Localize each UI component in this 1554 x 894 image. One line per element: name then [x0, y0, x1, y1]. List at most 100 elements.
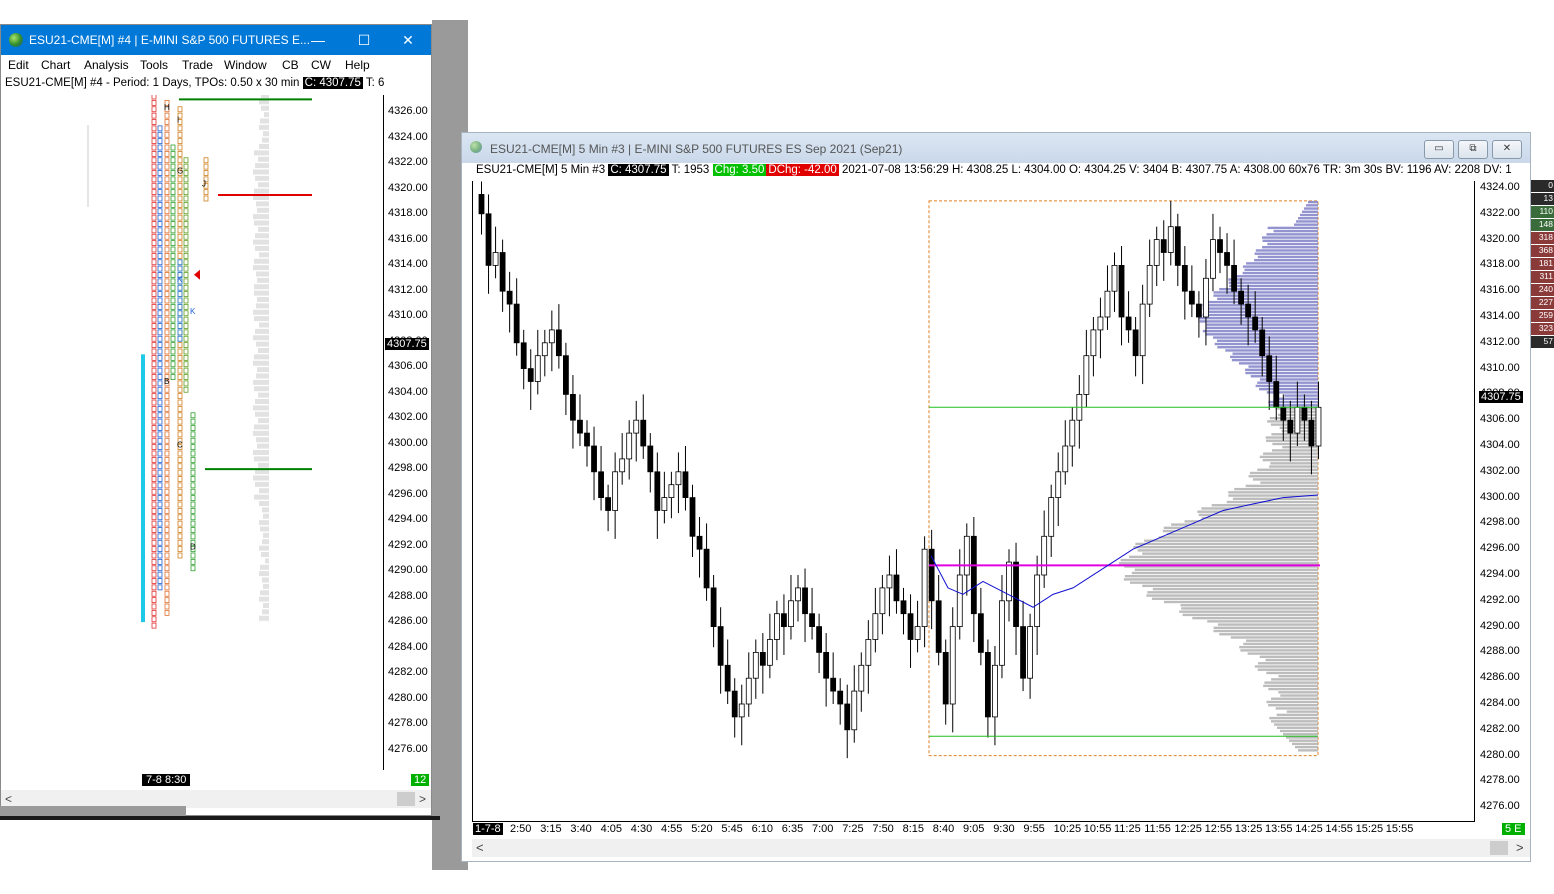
tpo-letter-block [170, 297, 176, 304]
tpo-letter-block [164, 546, 170, 553]
menu-edit[interactable]: Edit [8, 58, 29, 72]
dom-ladder-cell[interactable]: 368 [1531, 245, 1554, 257]
candlestick-svg [478, 181, 1322, 759]
volume-profile-bar [259, 501, 269, 506]
volume-profile-bar [254, 456, 269, 462]
volume-profile-bar [1180, 604, 1318, 607]
volume-profile-bar [1306, 204, 1318, 207]
dom-ladder[interactable]: 0 13 110 148 318 368 181 311 240 227 259 323 57 [1531, 180, 1554, 370]
tpo-letter-block [183, 361, 189, 368]
tpo-letter-block [177, 227, 183, 234]
candle-body [731, 690, 738, 718]
menu-tools[interactable]: Tools [140, 58, 168, 72]
dom-ladder-cell[interactable]: 259 [1531, 310, 1554, 322]
tpo-letter-block [177, 539, 183, 546]
tpo-letter-block [164, 578, 170, 584]
menu-window[interactable]: Window [224, 58, 267, 72]
tpo-letter-block [170, 291, 176, 298]
title-bar[interactable]: ESU21-CME[M] #4 | E-MINI S&P 500 FUTURES… [1, 25, 431, 55]
minimize-button[interactable]: — [295, 25, 341, 55]
price-scale[interactable]: 4324.00 4322.00 4320.00 4318.00 4316.00 4314.… [1474, 181, 1530, 821]
menu-analysis[interactable]: Analysis [84, 58, 129, 72]
price-tick-label: 4296.00 [1480, 542, 1520, 555]
tpo-letter-block [157, 444, 163, 451]
scroll-left-arrow-icon[interactable]: < [5, 792, 12, 806]
volume-profile-bar [1135, 542, 1318, 546]
candle-body [1266, 355, 1273, 382]
dom-ladder-cell[interactable]: 311 [1531, 271, 1554, 283]
volume-profile-bar [1152, 587, 1318, 591]
dom-ladder-cell[interactable]: 0 [1531, 180, 1554, 192]
scroll-right-arrow-icon[interactable]: > [419, 792, 426, 806]
volume-profile-bar [258, 348, 269, 353]
volume-profile-bar [1130, 581, 1318, 584]
scroll-left-arrow-icon[interactable]: < [476, 840, 484, 855]
close-button[interactable]: ✕ [385, 25, 431, 55]
tpo-chart-area[interactable]: GHIGJKKBCD [1, 84, 384, 770]
horizontal-scrollbar[interactable]: < > [472, 839, 1530, 857]
menu-cw[interactable]: CW [311, 58, 331, 72]
title-bar[interactable]: ESU21-CME[M] 5 Min #3 | E-MINI S&P 500 F… [462, 133, 1530, 163]
close-button[interactable]: ✕ [1492, 140, 1522, 159]
volume-profile-bar [1289, 739, 1318, 742]
tpo-letter-block [203, 157, 209, 164]
scroll-thumb[interactable] [1490, 841, 1508, 855]
tpo-letter-block [151, 571, 157, 578]
dom-ladder-cell[interactable]: 57 [1531, 336, 1554, 348]
time-axis-label: 14:55 [1325, 823, 1353, 835]
timeframe-badge: 5 E [1502, 823, 1525, 835]
tpo-letter-block [183, 323, 189, 329]
tpo-letter-block [164, 303, 170, 310]
tpo-letter-block [151, 297, 157, 304]
dom-ladder-cell[interactable]: 323 [1531, 323, 1554, 335]
tpo-letter-block [190, 450, 196, 457]
maximize-button[interactable]: ☐ [341, 25, 387, 55]
tpo-letter-block [157, 310, 163, 317]
dom-ladder-cell[interactable]: 148 [1531, 219, 1554, 231]
candle-body [745, 677, 752, 705]
volume-profile-bar [253, 265, 269, 271]
volume-profile-bar [259, 615, 269, 621]
tpo-letter-block [157, 405, 163, 412]
volume-profile-bar [253, 430, 269, 436]
candle-body [520, 342, 527, 370]
restore-button[interactable]: ⧉ [1458, 140, 1488, 159]
tpo-letter-block [170, 335, 176, 342]
dom-ladder-cell[interactable]: 13 [1531, 193, 1554, 205]
candlestick-chart-area[interactable] [472, 181, 1475, 822]
tpo-letter-block [170, 157, 176, 164]
volume-profile-bar [1164, 600, 1318, 604]
tpo-letter-block [170, 303, 176, 310]
time-axis-label: 12:25 [1174, 823, 1202, 835]
volume-profile-bar [1264, 681, 1318, 684]
volume-profile-bar [253, 214, 269, 220]
tpo-letter-block [177, 323, 183, 329]
tpo-letter-block [177, 514, 183, 521]
dom-ladder-cell[interactable]: 240 [1531, 284, 1554, 296]
tpo-letter-block [170, 259, 176, 266]
dom-ladder-cell[interactable]: 318 [1531, 232, 1554, 244]
menu-trade[interactable]: Trade [182, 58, 213, 72]
dom-ladder-cell[interactable]: 181 [1531, 258, 1554, 270]
candlestick-chart-window: ESU21-CME[M] 5 Min #3 | E-MINI S&P 500 F… [461, 132, 1531, 862]
time-axis-label: 7:25 [842, 823, 864, 835]
tpo-letter-block [183, 297, 189, 304]
menu-chart[interactable]: Chart [41, 58, 70, 72]
volume-profile-bar [1254, 252, 1318, 255]
tpo-letter-block [183, 367, 189, 374]
candle-body [1188, 290, 1195, 305]
tpo-letter-block [164, 450, 170, 457]
dom-ladder-cell[interactable]: 227 [1531, 297, 1554, 309]
menu-cb[interactable]: CB [282, 58, 299, 72]
volume-profile-bar [1179, 610, 1318, 613]
minimize-button[interactable]: ▭ [1424, 140, 1454, 159]
price-scale[interactable]: 4326.00 4324.00 4322.00 4320.00 4318.00 4316.… [384, 95, 431, 770]
scroll-thumb[interactable] [397, 792, 415, 806]
scroll-right-arrow-icon[interactable]: > [1516, 840, 1524, 855]
tpo-letter-block [177, 482, 183, 489]
menu-help[interactable]: Help [345, 58, 370, 72]
dom-ladder-cell[interactable]: 110 [1531, 206, 1554, 218]
price-tick-label: 4318.00 [1480, 258, 1520, 271]
time-axis[interactable]: 1-7-8 2:50 3:15 3:40 4:05 4:30 4:55 5:20 5:45 6:1… [472, 821, 1530, 839]
tpo-letter-block [164, 514, 170, 521]
